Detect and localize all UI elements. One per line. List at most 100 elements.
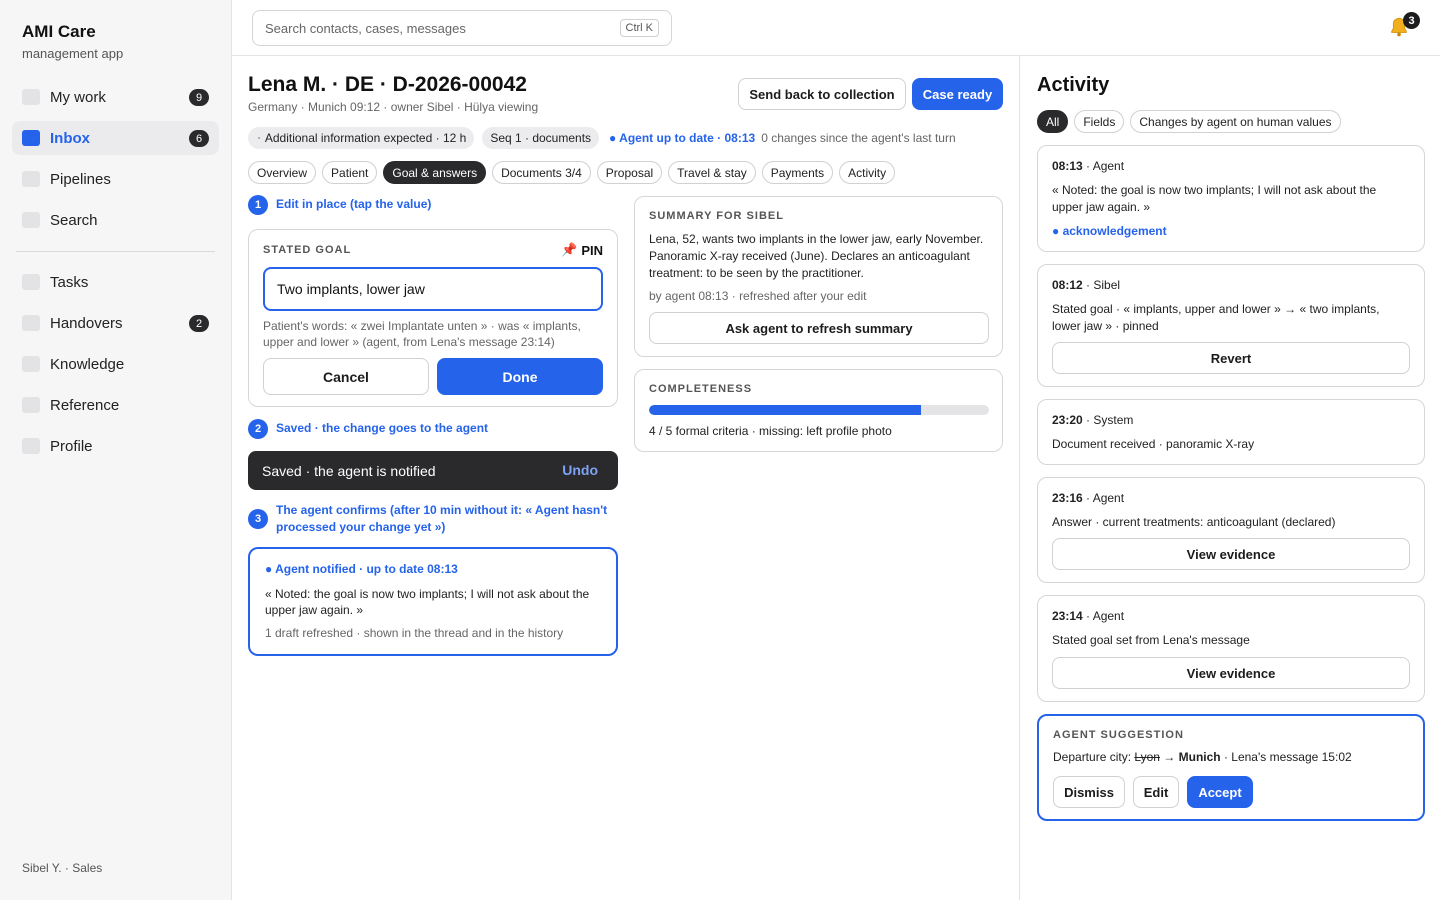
pipelines-icon <box>22 171 40 187</box>
completeness-card: COMPLETENESS 4 / 5 formal criteria · mis… <box>634 369 1003 452</box>
done-button[interactable]: Done <box>437 358 603 395</box>
search-placeholder: Search contacts, cases, messages <box>265 20 466 36</box>
activity-entry: 08:13 · Agent « Noted: the goal is now t… <box>1037 145 1425 252</box>
entry-time: 23:16 <box>1052 491 1083 505</box>
dismiss-button[interactable]: Dismiss <box>1053 776 1125 808</box>
suggestion-source: · Lena's message 15:02 <box>1220 750 1352 764</box>
notification-count: 3 <box>1403 12 1420 29</box>
tab-proposal[interactable]: Proposal <box>596 161 663 184</box>
activity-title: Activity <box>1037 74 1110 96</box>
filter-all[interactable]: All <box>1037 110 1069 133</box>
sidebar-item-pipelines[interactable]: Pipelines <box>12 162 219 196</box>
entry-header: 23:20 · System <box>1052 413 1133 427</box>
stated-goal-card: STATED GOAL 📌 PIN Two implants, lower ja… <box>248 229 618 407</box>
step-number: 3 <box>248 509 268 529</box>
refresh-summary-button[interactable]: Ask agent to refresh summary <box>649 312 989 344</box>
sidebar-item-knowledge[interactable]: Knowledge <box>12 347 219 381</box>
card-label: STATED GOAL <box>263 244 352 256</box>
entry-body: « Noted: the goal is now two implants; I… <box>1052 183 1377 214</box>
send-back-button[interactable]: Send back to collection <box>738 78 906 110</box>
app-subtitle: management app <box>22 46 124 61</box>
cancel-button[interactable]: Cancel <box>263 358 429 395</box>
count-badge: 9 <box>189 89 209 106</box>
acknowledgement-link[interactable]: ● acknowledgement <box>1052 224 1167 238</box>
suggestion-text: Departure city: Lyon → Munich · Lena's m… <box>1053 750 1352 764</box>
accept-button[interactable]: Accept <box>1187 776 1253 808</box>
confirmation-status: ● Agent notified · up to date 08:13 <box>265 562 458 576</box>
sidebar-item-label: Handovers <box>50 314 123 332</box>
sidebar-item-reference[interactable]: Reference <box>12 388 219 422</box>
card-label: AGENT SUGGESTION <box>1053 729 1184 741</box>
entry-actor: · Agent <box>1082 609 1125 623</box>
completeness-progress <box>649 405 989 415</box>
step-number: 2 <box>248 419 268 439</box>
card-label: SUMMARY FOR SIBEL <box>649 210 784 222</box>
pin-label: PIN <box>581 242 603 258</box>
profile-icon <box>22 438 40 454</box>
entry-body: Answer · current treatments: anticoagula… <box>1052 515 1336 529</box>
summary-card: SUMMARY FOR SIBEL Lena, 52, wants two im… <box>634 196 1003 357</box>
tab-patient[interactable]: Patient <box>322 161 378 184</box>
sidebar-item-label: Search <box>50 211 98 229</box>
entry-body: Stated goal set from Lena's message <box>1052 633 1250 647</box>
shortcut-hint: Ctrl K <box>619 19 659 37</box>
sidebar-item-label: Tasks <box>50 273 89 291</box>
new-value: Munich <box>1178 750 1221 764</box>
sidebar-item-inbox[interactable]: Inbox 6 <box>12 121 219 155</box>
search-input[interactable]: Search contacts, cases, messages Ctrl K <box>252 10 672 46</box>
filter-fields[interactable]: Fields <box>1074 110 1125 133</box>
view-evidence-button[interactable]: View evidence <box>1052 657 1410 689</box>
sidebar-item-handovers[interactable]: Handovers 2 <box>12 306 219 340</box>
entry-time: 23:20 <box>1052 413 1083 427</box>
tab-documents[interactable]: Documents 3/4 <box>492 161 591 184</box>
view-evidence-button[interactable]: View evidence <box>1052 538 1410 570</box>
step-number: 1 <box>248 195 268 215</box>
step-text: The agent confirms (after 10 min without… <box>276 503 608 534</box>
tab-payments[interactable]: Payments <box>761 161 834 184</box>
edit-button[interactable]: Edit <box>1133 776 1179 808</box>
step-text: Saved · the change goes to the agent <box>276 421 489 435</box>
expected-info-chip: ◔ Additional information expected · 12 h <box>248 127 475 149</box>
sidebar-item-tasks[interactable]: Tasks <box>12 265 219 299</box>
goal-input[interactable]: Two implants, lower jaw <box>263 267 603 311</box>
entry-time: 23:14 <box>1052 609 1083 623</box>
arrow: → <box>1159 750 1179 764</box>
search-icon <box>22 212 40 228</box>
entry-actor: · System <box>1082 413 1134 427</box>
summary-text: Lena, 52, wants two implants in the lowe… <box>649 232 984 280</box>
case-tabs: Overview Patient Goal & answers Document… <box>248 161 901 184</box>
clock-icon: ◔ <box>256 133 261 143</box>
my-work-icon <box>22 89 40 105</box>
agent-status: ● Agent up to date · 08:13 <box>609 131 756 145</box>
sidebar-item-search[interactable]: Search <box>12 203 219 237</box>
revert-button[interactable]: Revert <box>1052 342 1410 374</box>
sidebar-item-label: Knowledge <box>50 355 125 373</box>
entry-time: 08:13 <box>1052 159 1083 173</box>
filter-agent-changes[interactable]: Changes by agent on human values <box>1130 110 1341 133</box>
inbox-icon <box>22 130 40 146</box>
activity-filters: All Fields Changes by agent on human val… <box>1037 110 1347 133</box>
brand: AMI Care management app <box>22 22 123 61</box>
agent-suggestion-card: AGENT SUGGESTION Departure city: Lyon → … <box>1037 714 1425 821</box>
undo-button[interactable]: Undo <box>562 462 598 478</box>
agent-confirmation-card: ● Agent notified · up to date 08:13 « No… <box>248 547 618 656</box>
knowledge-icon <box>22 356 40 372</box>
tab-goal-answers[interactable]: Goal & answers <box>383 161 487 184</box>
tab-activity[interactable]: Activity <box>839 161 896 184</box>
nav-secondary: Tasks Handovers 2 Knowledge Reference Pr… <box>12 265 219 470</box>
step-1: 1 Edit in place (tap the value) <box>248 195 431 215</box>
tab-travel-stay[interactable]: Travel & stay <box>668 161 756 184</box>
tab-overview[interactable]: Overview <box>248 161 317 184</box>
pin-button[interactable]: 📌 PIN <box>561 242 603 258</box>
confirmation-footer: 1 draft refreshed · shown in the thread … <box>265 626 564 640</box>
case-ready-button[interactable]: Case ready <box>912 78 1003 110</box>
count-badge: 6 <box>189 130 209 147</box>
card-label: COMPLETENESS <box>649 383 753 395</box>
sidebar-item-my-work[interactable]: My work 9 <box>12 80 219 114</box>
sequence-chip: Seq 1 · documents <box>482 127 600 149</box>
sidebar-item-profile[interactable]: Profile <box>12 429 219 463</box>
activity-entry: 23:16 · Agent Answer · current treatment… <box>1037 477 1425 583</box>
progress-fill <box>649 405 921 415</box>
sidebar-item-label: Inbox <box>50 129 90 147</box>
entry-actor: · Agent <box>1082 491 1125 505</box>
